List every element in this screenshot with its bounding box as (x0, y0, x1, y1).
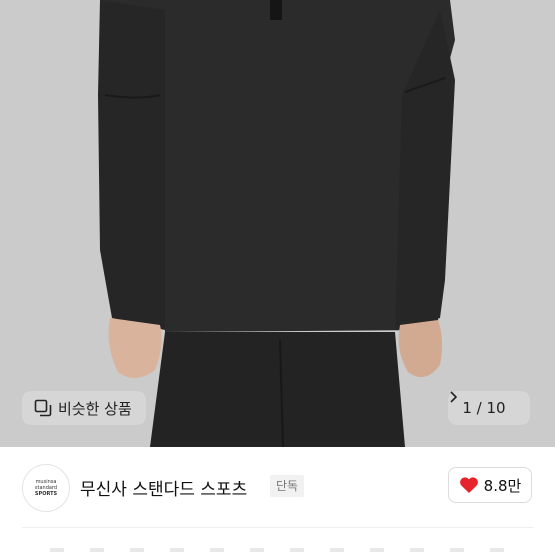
brand-name[interactable]: 무신사 스탠다드 스포츠 (80, 475, 247, 500)
brand-logo[interactable]: musinsa standard SPORTS (22, 464, 70, 512)
logo-line-3: SPORTS (34, 491, 58, 497)
similar-products-label: 비슷한 상품 (58, 399, 132, 418)
pager-text: 1 / 10 (462, 399, 506, 417)
heart-icon (459, 476, 479, 494)
like-button[interactable]: 8.8만 (448, 467, 532, 503)
exclusive-badge: 단독 (270, 475, 305, 497)
divider (22, 527, 533, 528)
similar-icon (34, 399, 52, 417)
next-section-preview (50, 548, 510, 552)
product-photo (0, 0, 555, 447)
similar-products-button[interactable]: 비슷한 상품 (22, 391, 146, 425)
like-count: 8.8만 (483, 476, 522, 495)
image-pager[interactable]: 1 / 10 (448, 391, 530, 425)
product-image[interactable]: 비슷한 상품 1 / 10 (0, 0, 555, 447)
brand-row: musinsa standard SPORTS 무신사 스탠다드 스포츠 단독 … (0, 447, 555, 527)
